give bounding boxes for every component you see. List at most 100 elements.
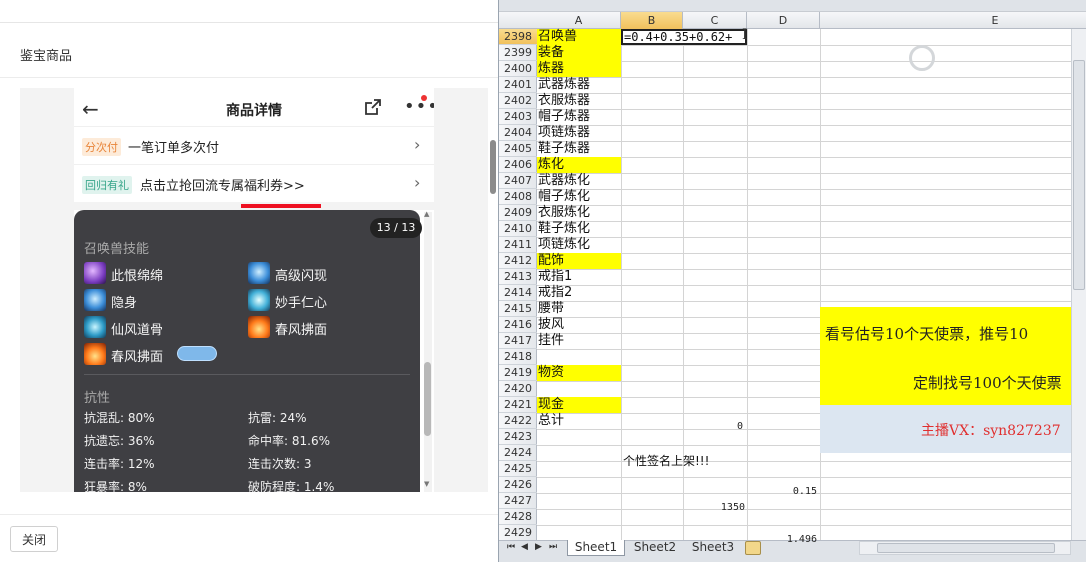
row-header[interactable]: 2399: [499, 45, 537, 61]
column-header-e[interactable]: E: [820, 12, 1086, 29]
cell-b2422[interactable]: 0: [683, 421, 743, 432]
cell-a[interactable]: 装备: [537, 45, 621, 61]
cell-a[interactable]: 项链炼化: [537, 237, 621, 253]
cell-a[interactable]: [537, 525, 621, 541]
contact-text: 主播VX：syn827237: [921, 423, 1061, 439]
row-header[interactable]: 2402: [499, 93, 537, 109]
dialog-scrollbar-thumb[interactable]: [490, 140, 496, 194]
column-header-a[interactable]: A: [537, 12, 621, 29]
more-options-icon[interactable]: •••: [404, 96, 434, 117]
cell-a[interactable]: 披风: [537, 317, 621, 333]
row-header[interactable]: 2404: [499, 125, 537, 141]
column-header-c[interactable]: C: [683, 12, 747, 29]
cell-a[interactable]: 帽子炼化: [537, 189, 621, 205]
cell-a[interactable]: 戒指2: [537, 285, 621, 301]
skill-item[interactable]: 春风拂面: [84, 343, 234, 365]
cell-a[interactable]: 鞋子炼化: [537, 221, 621, 237]
row-header[interactable]: 2413: [499, 269, 537, 285]
row-header[interactable]: 2401: [499, 77, 537, 93]
cell-2424-text[interactable]: 个性签名上架!!!: [623, 452, 709, 469]
cell-a[interactable]: 物资: [537, 365, 621, 381]
first-sheet-nav-icon[interactable]: ⏮: [507, 542, 515, 552]
cell-a[interactable]: 炼化: [537, 157, 621, 173]
row-header[interactable]: 2426: [499, 477, 537, 493]
row-header[interactable]: 2416: [499, 317, 537, 333]
cell-a[interactable]: [537, 477, 621, 493]
prev-sheet-nav-icon[interactable]: ◀: [521, 542, 528, 552]
cell-a[interactable]: 炼器: [537, 61, 621, 77]
row-header[interactable]: 2423: [499, 429, 537, 445]
row-header[interactable]: 2407: [499, 173, 537, 189]
row-header[interactable]: 2415: [499, 301, 537, 317]
scroll-down-arrow-icon[interactable]: ▼: [424, 480, 429, 488]
cell-a[interactable]: 现金: [537, 397, 621, 413]
sheet-tab-1[interactable]: Sheet1: [567, 540, 625, 556]
cell-a[interactable]: 项链炼器: [537, 125, 621, 141]
row-header[interactable]: 2422: [499, 413, 537, 429]
last-sheet-nav-icon[interactable]: ⏭: [549, 542, 557, 552]
cell-a[interactable]: 武器炼器: [537, 77, 621, 93]
skill-name: 高级闪现: [275, 269, 328, 284]
cell-a[interactable]: 总计: [537, 413, 621, 429]
cell-a[interactable]: [537, 429, 621, 445]
row-header[interactable]: 2403: [499, 109, 537, 125]
row-header[interactable]: 2414: [499, 285, 537, 301]
next-sheet-nav-icon[interactable]: ▶: [535, 542, 542, 552]
cell-a[interactable]: 帽子炼器: [537, 109, 621, 125]
close-button[interactable]: 关闭: [10, 526, 58, 552]
row-header[interactable]: 2409: [499, 205, 537, 221]
row-header[interactable]: 2398: [499, 29, 537, 45]
row-header[interactable]: 2425: [499, 461, 537, 477]
row-header[interactable]: 2419: [499, 365, 537, 381]
row-header[interactable]: 2412: [499, 253, 537, 269]
cell-c2427[interactable]: 1350: [683, 502, 745, 513]
share-icon[interactable]: [364, 98, 382, 116]
row-header[interactable]: 2421: [499, 397, 537, 413]
row-header[interactable]: 2405: [499, 141, 537, 157]
row-header[interactable]: 2410: [499, 221, 537, 237]
cell-a[interactable]: [537, 509, 621, 525]
promo-row-coupon[interactable]: 回归有礼 点击立抢回流专属福利券>> ›: [74, 164, 434, 202]
cell-a[interactable]: [537, 349, 621, 365]
column-header-d[interactable]: D: [747, 12, 820, 29]
row-header[interactable]: 2408: [499, 189, 537, 205]
vertical-scroll-thumb[interactable]: [1073, 60, 1085, 290]
promo-row-installment[interactable]: 分次付 一笔订单多次付 ›: [74, 126, 434, 164]
cell-a[interactable]: 配饰: [537, 253, 621, 269]
row-header[interactable]: 2428: [499, 509, 537, 525]
scroll-up-arrow-icon[interactable]: ▲: [424, 210, 429, 218]
cell-a[interactable]: 召唤兽: [537, 29, 621, 45]
row-header[interactable]: 2427: [499, 493, 537, 509]
sheet-tab-3[interactable]: Sheet3: [685, 540, 741, 556]
dialog-title: 鉴宝商品: [20, 49, 73, 64]
row-header[interactable]: 2417: [499, 333, 537, 349]
row-header[interactable]: 2424: [499, 445, 537, 461]
cell-a[interactable]: 戒指1: [537, 269, 621, 285]
row-header[interactable]: 2420: [499, 381, 537, 397]
cell-d2429[interactable]: 1.496: [757, 534, 817, 545]
cell-a[interactable]: 腰带: [537, 301, 621, 317]
stat-item: 狂暴率: 8%: [84, 480, 147, 492]
cell-a[interactable]: 衣服炼器: [537, 93, 621, 109]
panel-scrollbar[interactable]: [424, 212, 432, 492]
column-header-b[interactable]: B: [621, 12, 683, 29]
cell-a[interactable]: 武器炼化: [537, 173, 621, 189]
row-header[interactable]: 2406: [499, 157, 537, 173]
cell-a[interactable]: 挂件: [537, 333, 621, 349]
cell-a[interactable]: [537, 445, 621, 461]
cell-d2426[interactable]: 0.15: [757, 486, 817, 497]
sheet-tab-2[interactable]: Sheet2: [627, 540, 683, 556]
row-header[interactable]: 2411: [499, 237, 537, 253]
cell-a[interactable]: [537, 381, 621, 397]
active-cell-b2398[interactable]: =0.4+0.35+0.62+: [621, 29, 747, 45]
panel-scroll-thumb[interactable]: [424, 362, 431, 436]
horizontal-scroll-thumb[interactable]: [877, 543, 1055, 553]
row-header[interactable]: 2418: [499, 349, 537, 365]
cell-a[interactable]: 衣服炼化: [537, 205, 621, 221]
cell-a[interactable]: 鞋子炼器: [537, 141, 621, 157]
cell-a[interactable]: [537, 461, 621, 477]
cell-a[interactable]: [537, 493, 621, 509]
row-header[interactable]: 2400: [499, 61, 537, 77]
chevron-right-icon: ›: [414, 173, 421, 192]
row-header[interactable]: 2429: [499, 525, 537, 541]
